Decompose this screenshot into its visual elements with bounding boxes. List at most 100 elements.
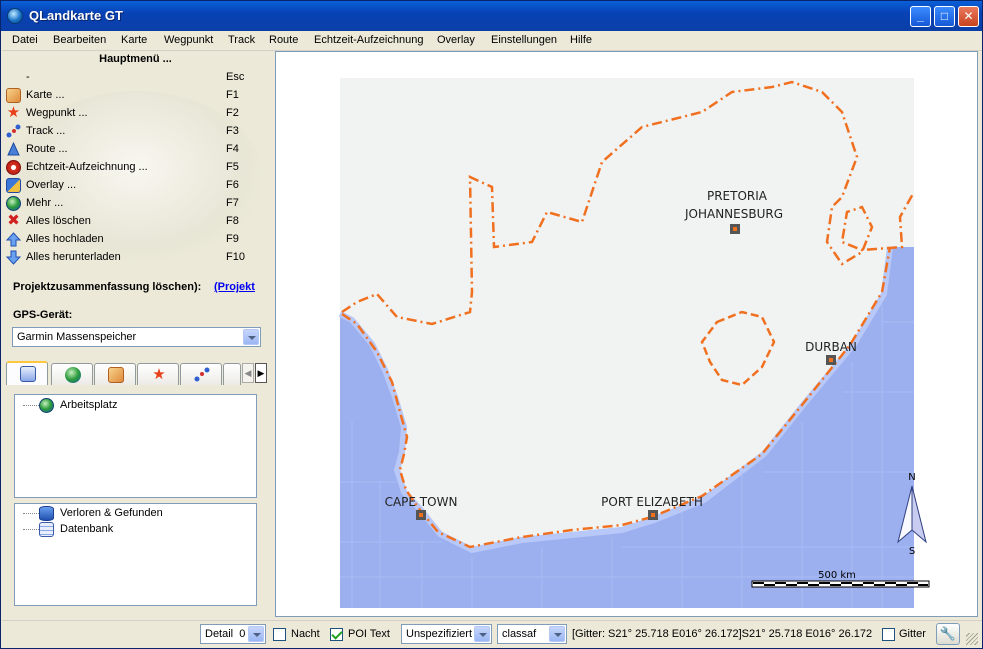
poi-text-label: POI Text — [348, 628, 390, 640]
menu-row-key: F7 — [226, 197, 239, 209]
menu-bearbeiten[interactable]: Bearbeiten — [53, 34, 106, 46]
menu-row-karte[interactable]: Karte ... F1 — [4, 87, 266, 105]
city-label-johannesburg: JOHANNESBURG — [684, 207, 783, 221]
menu-row-key: F5 — [226, 161, 239, 173]
chevron-down-icon[interactable] — [248, 626, 264, 642]
night-checkbox[interactable] — [273, 628, 286, 641]
tab-waypoint[interactable]: ★ — [137, 363, 179, 385]
menu-row-hochladen[interactable]: Alles hochladen F9 — [4, 231, 266, 249]
city-label-port-elizabeth: PORT ELIZABETH — [601, 495, 703, 509]
map-icon — [6, 88, 21, 103]
tab-project[interactable] — [6, 361, 48, 385]
poi-text-checkbox[interactable] — [330, 628, 343, 641]
menu-echtzeit[interactable]: Echtzeit-Aufzeichnung — [314, 34, 423, 46]
status-bar: Detail 0 Nacht POI Text Unspezifiziert c… — [2, 620, 982, 648]
main-menu-title: Hauptmenü ... — [99, 53, 172, 65]
detail-select-text: Detail 0 — [205, 628, 245, 640]
city-marker-dot — [829, 358, 833, 362]
map-canvas[interactable]: PRETORIA JOHANNESBURG DURBAN CAPE TOWN P… — [275, 51, 978, 617]
classaf-value: classaf — [502, 628, 537, 640]
tree-item-datenbank[interactable]: Datenbank — [23, 522, 253, 538]
menu-row-herunterladen[interactable]: Alles herunterladen F10 — [4, 249, 266, 267]
tree-connector — [23, 529, 39, 530]
menu-row-label: Karte ... — [26, 89, 65, 101]
city-marker-dot — [733, 227, 737, 231]
menu-row-route[interactable]: Route ... F4 — [4, 141, 266, 159]
menu-row-key: F2 — [226, 107, 239, 119]
tree-item-label: Arbeitsplatz — [60, 399, 118, 411]
menu-einstellungen[interactable]: Einstellungen — [491, 34, 557, 46]
menu-karte[interactable]: Karte — [121, 34, 147, 46]
menu-wegpunkt[interactable]: Wegpunkt — [164, 34, 213, 46]
menu-row-overlay[interactable]: Overlay ... F6 — [4, 177, 266, 195]
detail-value: 0 — [239, 628, 246, 640]
chevron-down-icon[interactable] — [549, 626, 565, 642]
tree-connector — [23, 513, 39, 514]
tree-item-label: Datenbank — [60, 523, 114, 535]
resize-grip-icon[interactable] — [966, 633, 978, 645]
tab-map[interactable] — [94, 363, 136, 385]
tree-item-verloren[interactable]: Verloren & Gefunden — [23, 506, 253, 522]
chevron-down-icon[interactable] — [243, 329, 259, 345]
menu-overlay[interactable]: Overlay — [437, 34, 475, 46]
tab-bar: ★ ◀ ▶ — [6, 361, 268, 385]
menu-row-track[interactable]: Track ... F3 — [4, 123, 266, 141]
menu-row-key: F10 — [226, 251, 245, 263]
wrench-icon[interactable]: 🔧 — [936, 623, 960, 645]
detail-select[interactable]: Detail 0 — [200, 624, 266, 644]
waypoint-star-icon: ★ — [6, 104, 21, 121]
menu-row-alles-loeschen[interactable]: ✖ Alles löschen F8 — [4, 213, 266, 231]
route-icon — [6, 141, 21, 157]
close-button[interactable]: ✕ — [958, 6, 979, 27]
track-icon — [6, 124, 21, 139]
classaf-select[interactable]: classaf — [497, 624, 567, 644]
grid-checkbox[interactable] — [882, 628, 895, 641]
scale-label: 500 km — [818, 570, 856, 581]
map-svg[interactable]: PRETORIA JOHANNESBURG DURBAN CAPE TOWN P… — [276, 52, 977, 616]
menu-row-label: Alles herunterladen — [26, 251, 121, 263]
city-label-pretoria: PRETORIA — [707, 189, 768, 203]
track-icon — [194, 367, 210, 383]
title-bar[interactable]: QLandkarte GT _ □ ✕ — [1, 1, 982, 31]
unspecified-select[interactable]: Unspezifiziert — [401, 624, 492, 644]
menu-row-esc[interactable]: - Esc — [4, 69, 266, 87]
tab-scroll-right-icon[interactable]: ▶ — [255, 363, 267, 383]
chevron-down-icon[interactable] — [474, 626, 490, 642]
menu-row-wegpunkt[interactable]: ★ Wegpunkt ... F2 — [4, 105, 266, 123]
tree-item-arbeitsplatz[interactable]: Arbeitsplatz — [23, 398, 253, 414]
menu-row-key: F3 — [226, 125, 239, 137]
left-panel: Hauptmenü ... - Esc Karte ... F1 ★ Wegpu… — [2, 51, 269, 619]
menu-row-echtzeit[interactable]: Echtzeit-Aufzeichnung ... F5 — [4, 159, 266, 177]
menu-row-label: - — [26, 71, 30, 83]
tree-item-label: Verloren & Gefunden — [60, 507, 163, 519]
tab-track[interactable] — [180, 363, 222, 385]
menu-row-label: Overlay ... — [26, 179, 77, 191]
database-tree[interactable]: Verloren & Gefunden Datenbank — [14, 503, 257, 606]
tab-partial[interactable] — [223, 363, 241, 385]
maximize-button[interactable]: □ — [934, 6, 955, 27]
menu-row-key: F9 — [226, 233, 239, 245]
grid-coordinates-text: [Gitter: S21° 25.718 E016° 26.172]S21° 2… — [572, 628, 873, 640]
tab-workspace[interactable] — [51, 363, 93, 385]
menu-route[interactable]: Route — [269, 34, 298, 46]
project-link[interactable]: (Projekt — [214, 281, 255, 293]
menu-row-label: Wegpunkt ... — [26, 107, 88, 119]
gps-label: GPS-Gerät: — [13, 309, 73, 321]
menu-row-key: F4 — [226, 143, 239, 155]
compass-needle-right — [911, 485, 927, 544]
delete-icon: ✖ — [7, 212, 20, 229]
window-title: QLandkarte GT — [29, 8, 123, 23]
minimize-button[interactable]: _ — [910, 6, 931, 27]
gps-device-select[interactable]: Garmin Massenspeicher — [12, 327, 261, 347]
menu-row-mehr[interactable]: Mehr ... F7 — [4, 195, 266, 213]
menu-hilfe[interactable]: Hilfe — [570, 34, 592, 46]
night-label: Nacht — [291, 628, 320, 640]
detail-label: Detail — [205, 628, 234, 640]
project-list-icon — [20, 366, 36, 382]
menu-datei[interactable]: Datei — [12, 34, 38, 46]
tab-scroll-left-icon[interactable]: ◀ — [242, 363, 254, 383]
app-globe-icon — [7, 8, 23, 24]
menu-row-label: Alles hochladen — [26, 233, 104, 245]
menu-track[interactable]: Track — [228, 34, 255, 46]
workspace-tree[interactable]: Arbeitsplatz — [14, 394, 257, 498]
